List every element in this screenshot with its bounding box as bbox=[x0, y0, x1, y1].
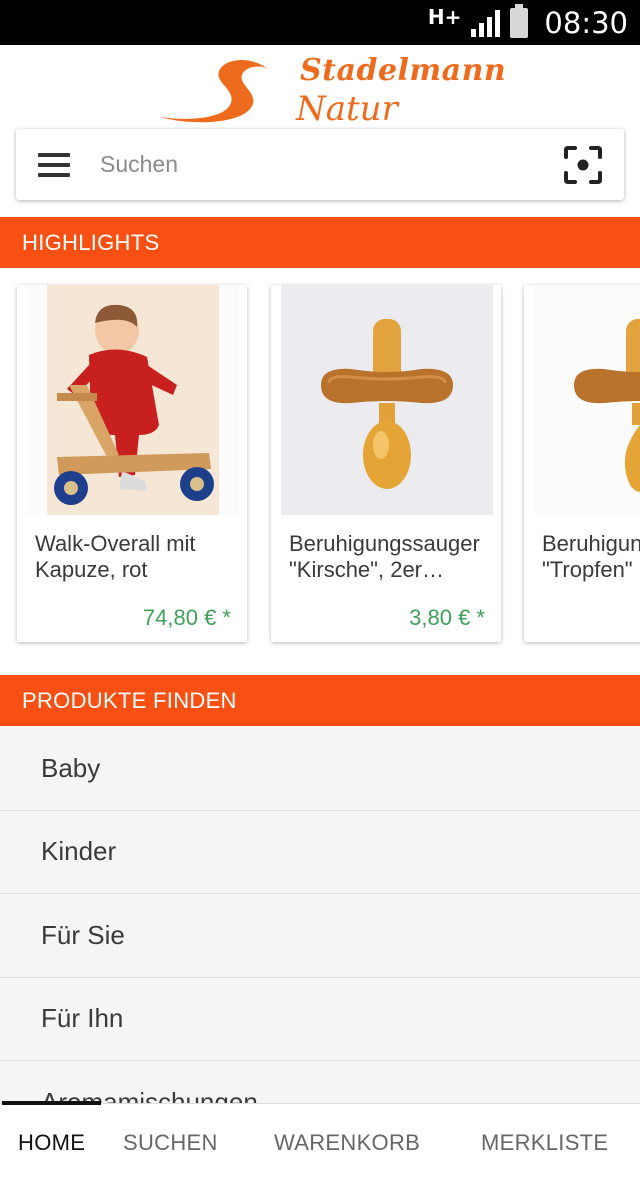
category-item-aromamischungen[interactable]: Aromamischungen bbox=[0, 1061, 640, 1104]
product-price: 74,80 € * bbox=[142, 605, 231, 630]
product-image bbox=[534, 285, 640, 515]
logo-text-line1: Stadelmann bbox=[300, 53, 507, 88]
product-card[interactable]: Beruhigungssauger "Kirsche", 2er… 3,80 €… bbox=[271, 285, 501, 642]
search-input[interactable] bbox=[100, 151, 520, 178]
status-bar: H+ 08:30 bbox=[0, 0, 640, 45]
category-item-fuer-sie[interactable]: Für Sie bbox=[0, 894, 640, 978]
logo-text-line2: Natur bbox=[296, 89, 398, 129]
category-item-fuer-ihn[interactable]: Für Ihn bbox=[0, 978, 640, 1061]
product-title: Walk-Overall mit Kapuze, rot bbox=[35, 531, 196, 582]
brand-logo[interactable]: Stadelmann Natur bbox=[0, 45, 640, 129]
app-screen: H+ 08:30 Stadelmann Natur HIGHLIGHTS bbox=[0, 0, 640, 1181]
tab-merkliste[interactable]: MERKLISTE bbox=[481, 1130, 608, 1156]
tab-home[interactable]: HOME bbox=[18, 1130, 85, 1156]
signal-icon bbox=[471, 9, 501, 37]
category-list: Baby Kinder Für Sie Für Ihn Aromamischun… bbox=[0, 727, 640, 1104]
tab-warenkorb[interactable]: WARENKORB bbox=[274, 1130, 420, 1156]
logo-swoosh-icon bbox=[160, 60, 268, 123]
product-card[interactable]: Walk-Overall mit Kapuze, rot 74,80 € * bbox=[17, 285, 247, 642]
product-price: 3,80 € * bbox=[409, 605, 485, 630]
tab-suchen[interactable]: SUCHEN bbox=[123, 1130, 218, 1156]
find-products-header: PRODUKTE FINDEN bbox=[0, 675, 640, 726]
highlights-header: HIGHLIGHTS bbox=[0, 217, 640, 268]
search-bar bbox=[16, 129, 624, 200]
category-item-baby[interactable]: Baby bbox=[0, 727, 640, 811]
product-title: Beruhigungssauger "Tropfen" bbox=[542, 531, 640, 582]
product-card[interactable]: Beruhigungssauger "Tropfen" bbox=[524, 285, 640, 642]
network-type: H+ bbox=[427, 4, 462, 29]
battery-icon bbox=[510, 3, 529, 38]
scan-icon[interactable] bbox=[564, 146, 602, 184]
menu-icon[interactable] bbox=[38, 152, 70, 177]
product-image bbox=[281, 285, 493, 515]
active-tab-indicator bbox=[2, 1101, 101, 1105]
product-title: Beruhigungssauger "Kirsche", 2er… bbox=[289, 531, 480, 582]
product-image bbox=[27, 285, 239, 515]
status-time: 08:30 bbox=[544, 5, 628, 40]
category-item-kinder[interactable]: Kinder bbox=[0, 811, 640, 894]
bottom-navigation: HOME SUCHEN WARENKORB MERKLISTE bbox=[0, 1101, 640, 1181]
